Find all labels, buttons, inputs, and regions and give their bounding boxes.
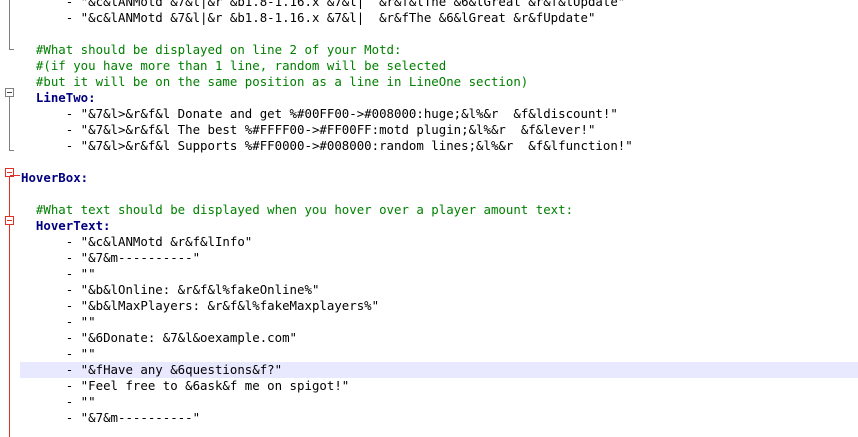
code-text: - "" (65, 346, 96, 361)
code-text: - "" (65, 266, 96, 281)
list-item-line[interactable]: - "&c&lANMotd &7&l|&r &b1.8-1.16.x &7&l|… (20, 10, 858, 26)
code-text: - "&7&m----------" (65, 410, 201, 425)
code-text: - "&c&lANMotd &r&f&lInfo" (65, 234, 253, 249)
blank-line[interactable] (20, 154, 858, 170)
code-text: - "" (65, 394, 96, 409)
yaml-key-line[interactable]: HoverBox: (20, 170, 858, 186)
list-item-line[interactable]: - "&c&lANMotd &7&l|&r &b1.8-1.16.x &7&l|… (20, 0, 858, 10)
comment-text: #What should be displayed on line 2 of y… (35, 42, 402, 57)
list-item-line[interactable]: - "&c&lANMotd &r&f&lInfo" (20, 234, 858, 250)
yaml-key: HoverBox: (21, 170, 89, 185)
code-text: - "&7&m----------" (65, 250, 201, 265)
fold-guide-line (9, 0, 10, 50)
fold-toggle-hovertext-icon[interactable] (5, 216, 14, 225)
comment-text: #What text should be displayed when you … (35, 202, 574, 217)
fold-end-marker (9, 49, 14, 50)
code-text: - "&fHave any &6questions&f?" (65, 362, 283, 377)
code-text: - "&b&lOnline: &r&f&l%fakeOnline%" (65, 282, 320, 297)
code-text: - "&7&l>&r&f&l Donate and get %#00FF00->… (65, 106, 618, 121)
fold-toggle-linetwo-icon[interactable] (5, 88, 14, 97)
list-item-line[interactable]: - "&7&m----------" (20, 250, 858, 266)
code-text: - "&b&lMaxPlayers: &r&f&l%fakeMaxplayers… (65, 298, 380, 313)
list-item-line[interactable]: - "&7&l>&r&f&l Supports %#FF0000->#00800… (20, 138, 858, 154)
code-text: - "&7&l>&r&f&l Supports %#FF0000->#00800… (65, 138, 633, 153)
code-text: - "&7&l>&r&f&l The best %#FFFF00->#FF00F… (65, 122, 596, 137)
code-text: - "Feel free to &6ask&f me on spigot!" (65, 378, 350, 393)
fold-end-marker (9, 150, 14, 151)
list-item-line[interactable]: - "" (20, 314, 858, 330)
list-item-line[interactable]: - "" (20, 346, 858, 362)
comment-text: #but it will be on the same position as … (35, 74, 529, 89)
blank-line[interactable] (20, 186, 858, 202)
code-text: - "" (65, 314, 96, 329)
list-item-line[interactable]: - "" (20, 266, 858, 282)
yaml-key-line[interactable]: LineTwo: (20, 90, 858, 106)
list-item-line[interactable]: - "Feel free to &6ask&f me on spigot!" (20, 378, 858, 394)
code-text: - "&c&lANMotd &7&l|&r &b1.8-1.16.x &7&l|… (65, 10, 596, 25)
comment-line[interactable]: #but it will be on the same position as … (20, 74, 858, 90)
fold-guide-line (9, 97, 10, 150)
fold-branch-marker (10, 175, 20, 176)
yaml-key: LineTwo: (35, 90, 96, 105)
code-text: - "&c&lANMotd &7&l|&r &b1.8-1.16.x &7&l|… (65, 0, 626, 9)
comment-line[interactable]: #What should be displayed on line 2 of y… (20, 42, 858, 58)
list-item-line[interactable]: - "&7&l>&r&f&l Donate and get %#00FF00->… (20, 106, 858, 122)
list-item-line[interactable]: - "&fHave any &6questions&f?" (20, 362, 858, 378)
list-item-line[interactable]: - "&7&l>&r&f&l The best %#FFFF00->#FF00F… (20, 122, 858, 138)
code-editor[interactable]: - "&c&lANMotd &7&l|&r &b1.8-1.16.x &7&l|… (0, 0, 858, 437)
list-item-line[interactable]: - "&b&lOnline: &r&f&l%fakeOnline%" (20, 282, 858, 298)
comment-line[interactable]: #What text should be displayed when you … (20, 202, 858, 218)
fold-gutter (0, 0, 20, 437)
yaml-key-line[interactable]: HoverText: (20, 218, 858, 234)
list-item-line[interactable]: - "&6Donate: &7&l&oexample.com" (20, 330, 858, 346)
code-text: - "&6Donate: &7&l&oexample.com" (65, 330, 298, 345)
comment-text: #(if you have more than 1 line, random w… (35, 58, 447, 73)
comment-line[interactable]: #(if you have more than 1 line, random w… (20, 58, 858, 74)
list-item-line[interactable]: - "" (20, 394, 858, 410)
list-item-line[interactable]: - "&7&m----------" (20, 410, 858, 426)
yaml-key: HoverText: (35, 218, 111, 233)
blank-line[interactable] (20, 26, 858, 42)
list-item-line[interactable]: - "&b&lMaxPlayers: &r&f&l%fakeMaxplayers… (20, 298, 858, 314)
